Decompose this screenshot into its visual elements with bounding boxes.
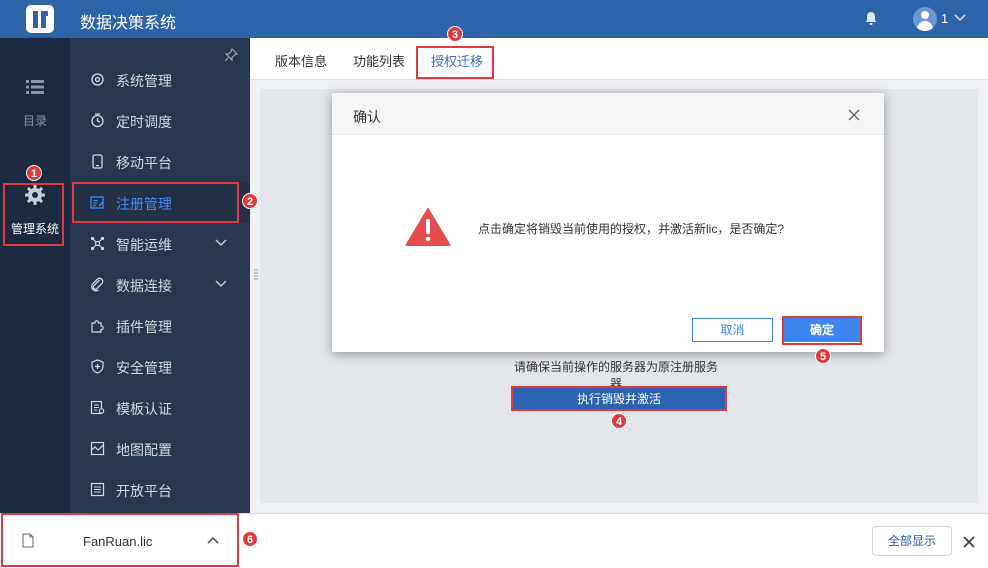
sidebar-item-label: 定时调度 bbox=[116, 114, 172, 130]
sidebar-item-label: 插件管理 bbox=[116, 319, 172, 335]
annotation-badge: 6 bbox=[242, 531, 258, 547]
sidebar-item-ops[interactable]: 智能运维 bbox=[70, 223, 250, 264]
sidebar-item-label: 模板认证 bbox=[116, 401, 172, 417]
cancel-button[interactable]: 取消 bbox=[692, 318, 773, 342]
sidebar-item-security[interactable]: 安全管理 bbox=[70, 346, 250, 387]
annotation-box-ok bbox=[782, 316, 862, 345]
sidebar-item-label: 地图配置 bbox=[116, 442, 172, 458]
timer-icon bbox=[91, 113, 104, 128]
list-icon bbox=[26, 80, 44, 94]
admin-sidebar: 系统管理 定时调度 移动平台 注册管理 智能运维 数据连接 插件管理 安全管理 … bbox=[70, 38, 250, 513]
bell-icon[interactable] bbox=[864, 11, 878, 26]
map-icon bbox=[90, 441, 105, 456]
nodes-icon bbox=[90, 236, 105, 251]
annotation-badge: 3 bbox=[447, 26, 463, 42]
annotation-badge: 4 bbox=[611, 413, 627, 429]
annotation-box-download bbox=[1, 513, 239, 567]
tab-bar: 版本信息 功能列表 授权迁移 bbox=[250, 38, 988, 80]
close-icon[interactable] bbox=[848, 109, 860, 121]
sidebar-item-template-auth[interactable]: 模板认证 bbox=[70, 387, 250, 428]
annotation-badge: 2 bbox=[242, 193, 258, 209]
sidebar-item-map[interactable]: 地图配置 bbox=[70, 428, 250, 469]
rail-label: 目录 bbox=[22, 114, 47, 128]
dialog-title: 确认 bbox=[353, 109, 381, 125]
top-bar: 数据决策系统 1 bbox=[0, 0, 988, 38]
annotation-box-tab bbox=[416, 46, 494, 79]
dialog-message: 点击确定将销毁当前使用的授权，并激活新lic，是否确定? bbox=[478, 222, 785, 236]
dialog-header: 确认 bbox=[332, 93, 884, 135]
sidebar-item-open-platform[interactable]: 开放平台 bbox=[70, 469, 250, 510]
chevron-down-icon bbox=[215, 280, 227, 288]
warning-icon bbox=[405, 208, 451, 246]
tab-version-info[interactable]: 版本信息 bbox=[275, 51, 327, 70]
close-icon[interactable] bbox=[963, 536, 975, 548]
sidebar-item-mobile[interactable]: 移动平台 bbox=[70, 141, 250, 182]
sidebar-item-label: 开放平台 bbox=[116, 483, 172, 499]
puzzle-icon bbox=[91, 320, 104, 333]
template-icon bbox=[90, 400, 105, 415]
link-icon bbox=[91, 277, 104, 292]
show-all-button[interactable]: 全部显示 bbox=[872, 526, 952, 556]
drag-handle-icon[interactable] bbox=[254, 268, 258, 282]
user-name[interactable]: 1 bbox=[941, 11, 948, 26]
platform-icon bbox=[90, 482, 105, 497]
sidebar-item-system[interactable]: 系统管理 bbox=[70, 59, 250, 100]
gear-icon bbox=[91, 73, 104, 86]
app-title: 数据决策系统 bbox=[80, 15, 177, 32]
mobile-icon bbox=[92, 154, 103, 169]
shield-icon bbox=[91, 359, 104, 374]
sidebar-item-label: 安全管理 bbox=[116, 360, 172, 376]
annotation-box-admin bbox=[3, 183, 64, 246]
avatar[interactable] bbox=[913, 7, 937, 31]
confirm-dialog: 确认 点击确定将销毁当前使用的授权，并激活新lic，是否确定? 取消 确定 bbox=[332, 93, 884, 352]
tab-feature-list[interactable]: 功能列表 bbox=[353, 51, 405, 70]
sidebar-item-label: 智能运维 bbox=[116, 237, 172, 253]
annotation-box-register bbox=[72, 182, 239, 223]
annotation-badge: 5 bbox=[815, 348, 831, 364]
sidebar-item-label: 系统管理 bbox=[116, 73, 172, 89]
annotation-box-exec bbox=[511, 386, 727, 411]
chevron-down-icon bbox=[215, 239, 227, 247]
sidebar-item-label: 移动平台 bbox=[116, 155, 172, 171]
sidebar-item-schedule[interactable]: 定时调度 bbox=[70, 100, 250, 141]
app-logo bbox=[26, 5, 54, 33]
sidebar-item-dataconn[interactable]: 数据连接 bbox=[70, 264, 250, 305]
left-rail: 目录 管理系统 bbox=[0, 38, 70, 513]
rail-item-directory[interactable]: 目录 bbox=[0, 76, 70, 129]
sidebar-item-plugins[interactable]: 插件管理 bbox=[70, 305, 250, 346]
sidebar-item-label: 数据连接 bbox=[116, 278, 172, 294]
annotation-badge: 1 bbox=[26, 165, 42, 181]
chevron-down-icon[interactable] bbox=[954, 13, 966, 23]
